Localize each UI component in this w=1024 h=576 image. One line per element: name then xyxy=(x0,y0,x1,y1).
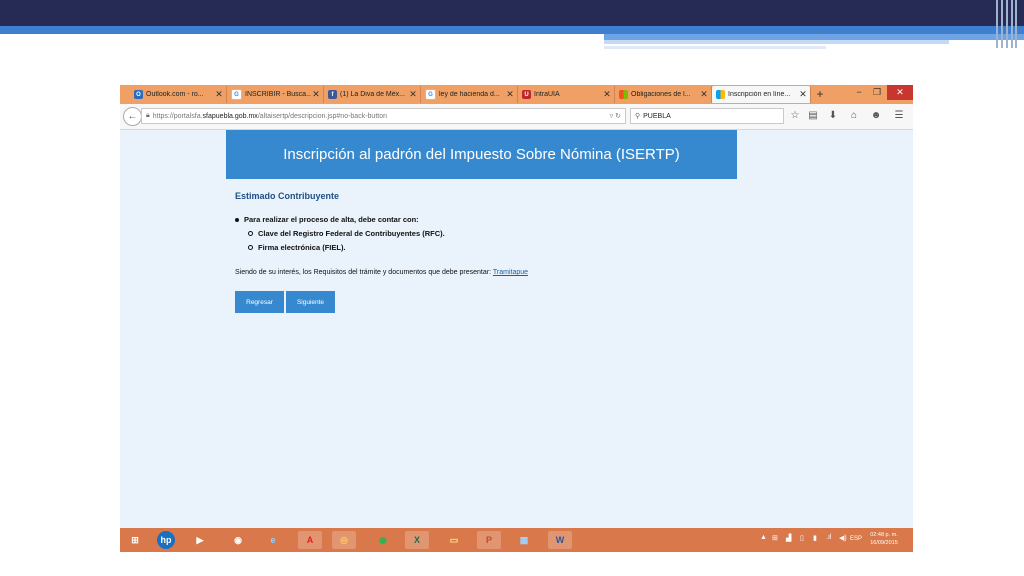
tab-title: IntraUIA xyxy=(534,91,560,98)
media-player-icon[interactable]: ▶ xyxy=(188,531,212,549)
bullet-icon xyxy=(235,217,239,222)
requirement-item: Firma electrónica (FIEL). xyxy=(248,243,445,252)
tab-inscribir-search[interactable]: G INSCRIBIR - Busca... ✕ xyxy=(227,86,324,103)
intrauia-icon: U xyxy=(522,90,531,99)
windows-taskbar: ⊞ hp ▶ ◉ e A ◎ ◉ X ▭ P ▦ W ▲ ⊞ ▟ ▯ ▮ .ıl… xyxy=(120,528,913,552)
system-clock[interactable]: 02:48 p. m. 16/09/2015 xyxy=(864,531,904,547)
requirements-list: Para realizar el proceso de alta, debe c… xyxy=(235,215,445,252)
restore-button[interactable]: ❐ xyxy=(869,85,885,100)
google-icon: G xyxy=(425,89,436,100)
search-icon: ⚲ xyxy=(635,113,641,120)
file-explorer-icon[interactable]: ▭ xyxy=(442,531,466,549)
windows-site-icon xyxy=(619,90,628,99)
tab-ley-hacienda[interactable]: G ley de hacienda d... ✕ xyxy=(421,86,518,103)
close-tab-icon[interactable]: ✕ xyxy=(311,89,321,100)
url-path: /altaisertp/descripcion.jsp#no-back-butt… xyxy=(257,112,387,120)
greeting-heading: Estimado Contribuyente xyxy=(235,191,340,201)
internet-explorer-icon[interactable]: e xyxy=(261,531,285,549)
powerpoint-icon[interactable]: P xyxy=(477,531,501,549)
requirements-intro: Para realizar el proceso de alta, debe c… xyxy=(235,215,445,224)
tray-network-icon[interactable]: ▟ xyxy=(786,534,791,542)
tab-obligaciones[interactable]: Obligaciones de l... ✕ xyxy=(615,86,712,103)
requirement-item: Clave del Registro Federal de Contribuye… xyxy=(248,229,445,238)
search-value: PUEBLA xyxy=(643,112,671,120)
hp-icon[interactable]: hp xyxy=(157,531,175,549)
clock-time: 02:48 p. m. xyxy=(870,532,898,538)
acrobat-icon[interactable]: A xyxy=(298,531,322,549)
tab-title: Obligaciones de l... xyxy=(631,91,691,98)
tab-bar: O Outlook.com - ro... ✕ G INSCRIBIR - Bu… xyxy=(120,85,913,104)
firefox-icon[interactable]: ◎ xyxy=(332,531,356,549)
tramitapue-link[interactable]: Tramitapue xyxy=(493,269,528,276)
menu-icon[interactable]: ☰ xyxy=(892,109,906,123)
tab-intrauia[interactable]: U IntraUIA ✕ xyxy=(518,86,615,103)
tab-facebook[interactable]: f (1) La Diva de Méx... ✕ xyxy=(324,86,421,103)
close-tab-icon[interactable]: ✕ xyxy=(408,89,418,100)
google-icon: G xyxy=(231,89,242,100)
next-button-siguiente[interactable]: Siguiente xyxy=(286,291,335,313)
show-hidden-icons[interactable]: ▲ xyxy=(760,534,767,541)
page-banner: Inscripción al padrón del Impuesto Sobre… xyxy=(226,130,737,179)
back-button-regresar[interactable]: Regresar xyxy=(235,291,284,313)
close-tab-icon[interactable]: ✕ xyxy=(699,89,709,100)
tab-title: Outlook.com - ro... xyxy=(146,91,204,98)
url-prefix: https://portalsfa. xyxy=(152,112,203,120)
tab-title: ley de hacienda d... xyxy=(439,91,500,98)
slide-accent-strip-pale xyxy=(604,40,949,44)
tab-title: (1) La Diva de Méx... xyxy=(340,91,405,98)
tab-title: Inscripción en líne... xyxy=(728,91,791,98)
minimize-button[interactable]: − xyxy=(851,85,867,100)
address-bar[interactable]: 🔒︎ https://portalsfa. sfapuebla.gob.mx/al… xyxy=(141,108,626,124)
slide-accent-strip-faint xyxy=(604,46,826,49)
windows-start-icon[interactable]: ⊞ xyxy=(123,531,147,549)
signal-icon[interactable]: .ıl xyxy=(826,534,831,541)
info-text: Siendo de su interés, los Requisitos del… xyxy=(235,269,529,276)
clock-date: 16/09/2015 xyxy=(870,540,898,546)
tray-device-icon[interactable]: ▯ xyxy=(800,534,804,542)
tray-app-icon[interactable]: ⊞ xyxy=(772,534,778,542)
network-app-icon[interactable]: ▦ xyxy=(512,531,536,549)
url-host: sfapuebla.gob.mx xyxy=(202,112,258,120)
tab-inscripcion-active[interactable]: Inscripción en líne... ✕ xyxy=(712,86,811,103)
close-tab-icon[interactable]: ✕ xyxy=(505,89,515,100)
spotify-icon[interactable]: ◉ xyxy=(371,531,395,549)
navigation-bar: ← 🔒︎ https://portalsfa. sfapuebla.gob.mx /… xyxy=(120,104,913,130)
close-tab-icon[interactable]: ✕ xyxy=(214,89,224,100)
slide-accent-strip xyxy=(0,26,1024,34)
tab-title: INSCRIBIR - Busca... xyxy=(245,91,311,98)
page-content: Inscripción al padrón del Impuesto Sobre… xyxy=(120,130,913,528)
close-window-button[interactable]: ✕ xyxy=(887,85,913,100)
tab-outlook[interactable]: O Outlook.com - ro... ✕ xyxy=(130,86,227,103)
back-button[interactable]: ← xyxy=(123,107,142,126)
facebook-icon: f xyxy=(328,90,337,99)
bookmark-star-icon[interactable]: ☆ xyxy=(788,109,802,123)
lock-icon: 🔒︎ xyxy=(146,112,150,119)
word-icon[interactable]: W xyxy=(548,531,572,549)
language-indicator[interactable]: ESP xyxy=(846,536,862,542)
slide-header-bar xyxy=(0,0,1024,26)
browser-window: O Outlook.com - ro... ✕ G INSCRIBIR - Bu… xyxy=(120,85,913,552)
battery-icon[interactable]: ▮ xyxy=(813,534,817,542)
chrome-icon[interactable]: ◉ xyxy=(226,531,250,549)
circle-bullet-icon xyxy=(248,231,253,236)
reading-list-icon[interactable]: ▤ xyxy=(806,109,820,123)
home-icon[interactable]: ⌂ xyxy=(847,109,861,123)
slide-corner-lines xyxy=(996,0,1018,48)
new-tab-button[interactable]: + xyxy=(813,87,827,102)
search-bar[interactable]: ⚲ PUEBLA xyxy=(630,108,784,124)
excel-icon[interactable]: X xyxy=(405,531,429,549)
outlook-icon: O xyxy=(134,90,143,99)
reload-icon[interactable]: ▿ ↻ xyxy=(610,112,621,120)
close-tab-icon[interactable]: ✕ xyxy=(602,89,612,100)
download-icon[interactable]: ⬇ xyxy=(826,109,840,123)
windows-site-icon xyxy=(716,90,725,99)
circle-bullet-icon xyxy=(248,245,253,250)
close-tab-icon[interactable]: ✕ xyxy=(798,89,808,100)
pocket-icon[interactable]: ☻ xyxy=(869,109,883,123)
